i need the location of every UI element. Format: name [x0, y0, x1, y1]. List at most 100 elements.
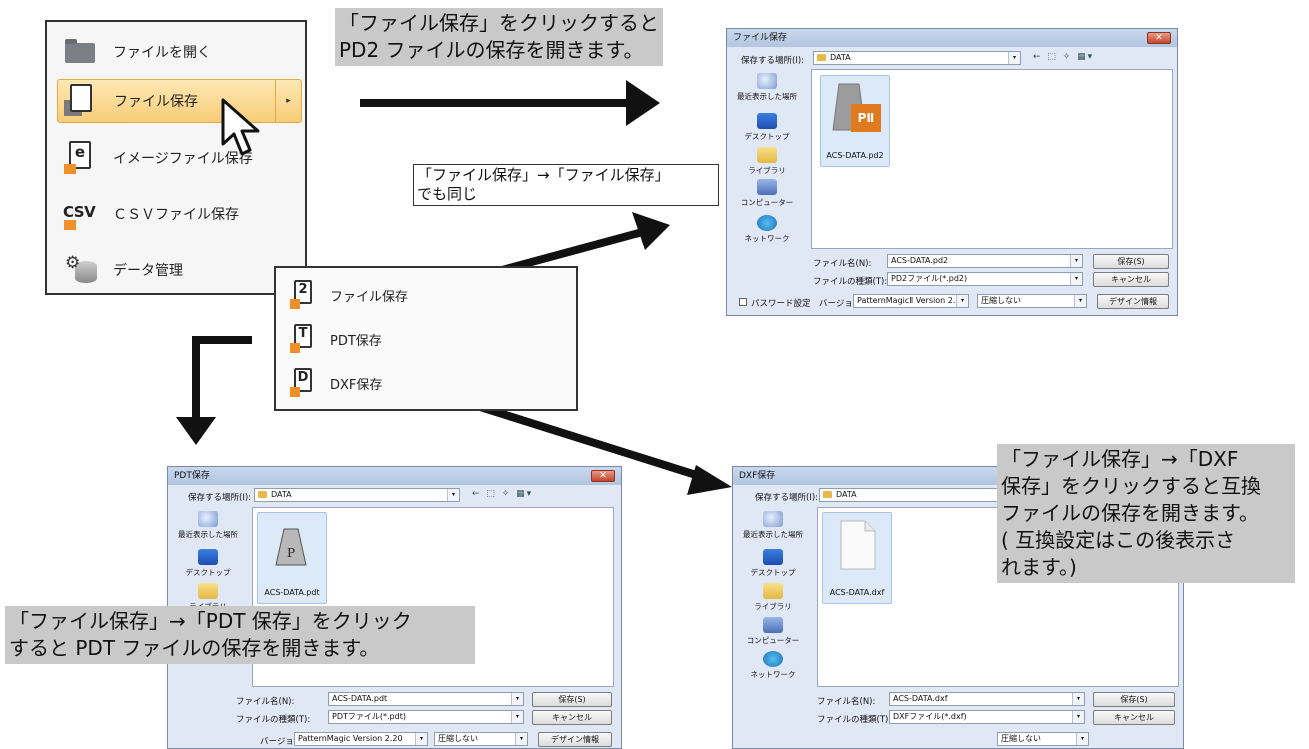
- file-item[interactable]: ACS-DATA.dxf: [822, 512, 892, 604]
- location-select[interactable]: DATA ▾: [813, 51, 1021, 65]
- toolbar-icons[interactable]: ← ⬚ ✧ ▦▾: [1033, 52, 1094, 62]
- chevron-down-icon: ▾: [1072, 693, 1084, 705]
- folder-icon: [258, 491, 267, 498]
- menu-item-save-csv[interactable]: CSV ＣＳＶファイル保存: [57, 192, 302, 236]
- chevron-down-icon: ▾: [1070, 255, 1082, 267]
- place-desktop[interactable]: デスクトップ: [737, 549, 809, 578]
- callout-line: PD2 ファイルの保存を開きます。: [339, 38, 644, 62]
- save-button[interactable]: 保存(S): [1093, 692, 1175, 707]
- compress-select[interactable]: 圧縮しない ▾: [434, 732, 528, 746]
- save-file-icon: [64, 84, 100, 118]
- menu-item-label: ＣＳＶファイル保存: [113, 207, 239, 223]
- place-computer[interactable]: コンピューター: [731, 179, 803, 208]
- toolbar-icons[interactable]: ← ⬚ ✧ ▦▾: [472, 489, 533, 499]
- chevron-down-icon: ▾: [515, 733, 527, 745]
- dialog-title: PDT保存: [168, 467, 621, 485]
- place-label: ライブラリ: [754, 602, 792, 611]
- network-icon: [763, 651, 783, 667]
- password-checkbox[interactable]: [739, 298, 747, 306]
- recent-places-icon: [763, 511, 783, 527]
- desktop-icon: [757, 113, 777, 129]
- filename-label: ファイル名(N):: [236, 697, 295, 707]
- version-select[interactable]: PatternMagic Version 2.20 ▾: [294, 732, 428, 746]
- place-label: デスクトップ: [744, 132, 790, 141]
- save-submenu: 2 ファイル保存 T PDT保存 D DXF保存: [274, 266, 578, 411]
- place-desktop[interactable]: デスクトップ: [172, 549, 244, 578]
- place-network[interactable]: ネットワーク: [737, 651, 809, 680]
- filetype-select[interactable]: PDTファイル(*.pdt) ▾: [328, 710, 524, 724]
- submenu-item-label: ファイル保存: [330, 289, 409, 305]
- place-library[interactable]: ライブラリ: [737, 583, 809, 612]
- place-computer[interactable]: コンピューター: [737, 617, 809, 646]
- chevron-down-icon: ▾: [1076, 733, 1088, 745]
- close-icon[interactable]: ✕: [591, 470, 615, 482]
- place-label: デスクトップ: [750, 568, 796, 577]
- file-list[interactable]: PⅡ ACS-DATA.pd2: [811, 69, 1173, 249]
- location-select[interactable]: DATA ▾: [254, 488, 460, 502]
- place-recent[interactable]: 最近表示した場所: [731, 73, 803, 102]
- arrowhead-right: [626, 80, 660, 126]
- arrowhead-up-right: [632, 212, 670, 250]
- callout-line: 「ファイル保存」→「DXF: [1001, 447, 1239, 471]
- submenu-item-save-pd2[interactable]: 2 ファイル保存: [290, 278, 408, 312]
- chevron-down-icon: ▾: [511, 693, 523, 705]
- file-item[interactable]: P ACS-DATA.pdt: [257, 512, 327, 604]
- filename-input[interactable]: ACS-DATA.dxf ▾: [889, 692, 1085, 706]
- submenu-item-save-dxf[interactable]: D DXF保存: [290, 366, 382, 400]
- compress-select[interactable]: 圧縮しない ▾: [997, 732, 1089, 746]
- cancel-button[interactable]: キャンセル: [1093, 272, 1169, 287]
- file-name: ACS-DATA.pdt: [264, 588, 320, 597]
- pdt-file-icon: T: [290, 324, 316, 354]
- save-button[interactable]: 保存(S): [1093, 254, 1169, 269]
- submenu-arrow-icon[interactable]: ▸: [275, 80, 301, 122]
- computer-icon: [757, 179, 777, 195]
- callout-line: 保存」をクリックすると互換: [1001, 474, 1261, 498]
- place-network[interactable]: ネットワーク: [731, 215, 803, 244]
- file-name: ACS-DATA.dxf: [829, 588, 885, 597]
- place-recent[interactable]: 最近表示した場所: [737, 511, 809, 540]
- callout-line: 「ファイル保存」をクリックすると: [339, 11, 659, 35]
- save-button[interactable]: 保存(S): [532, 692, 612, 707]
- filetype-select[interactable]: PD2ファイル(*.pd2) ▾: [887, 272, 1083, 286]
- library-icon: [198, 583, 218, 599]
- filename-label: ファイル名(N):: [813, 259, 872, 269]
- compress-value: 圧縮しない: [1001, 734, 1041, 743]
- filetype-select[interactable]: DXFファイル(*.dxf) ▾: [889, 710, 1085, 724]
- cancel-button[interactable]: キャンセル: [532, 710, 612, 725]
- place-recent[interactable]: 最近表示した場所: [172, 511, 244, 540]
- filetype-label: ファイルの種類(T):: [236, 715, 311, 725]
- callout-line: でも同じ: [417, 185, 478, 203]
- cancel-button[interactable]: キャンセル: [1093, 710, 1175, 725]
- chevron-down-icon: ▾: [1072, 711, 1084, 723]
- recent-places-icon: [198, 511, 218, 527]
- chevron-down-icon: ▾: [447, 489, 459, 501]
- place-label: 最近表示した場所: [178, 530, 238, 539]
- arrow-down-left: [192, 336, 252, 428]
- location-label: 保存する場所(I):: [741, 56, 805, 66]
- place-desktop[interactable]: デスクトップ: [731, 113, 803, 142]
- filename-input[interactable]: ACS-DATA.pd2 ▾: [887, 254, 1083, 268]
- compress-select[interactable]: 圧縮しない ▾: [977, 294, 1087, 308]
- design-info-button[interactable]: デザイン情報: [1097, 294, 1169, 309]
- computer-icon: [763, 617, 783, 633]
- arrowhead-down: [176, 417, 216, 445]
- menu-item-open-file[interactable]: ファイルを開く: [57, 30, 302, 74]
- close-icon[interactable]: ✕: [1147, 32, 1171, 44]
- library-icon: [757, 147, 777, 163]
- filetype-value: PD2ファイル(*.pd2): [891, 274, 968, 283]
- folder-icon: [823, 491, 832, 498]
- version-select[interactable]: PatternMagicⅡ Version 2.00 ▾: [853, 294, 969, 308]
- place-label: コンピューター: [740, 198, 794, 207]
- submenu-item-save-pdt[interactable]: T PDT保存: [290, 322, 382, 356]
- filename-label: ファイル名(N):: [817, 697, 876, 707]
- design-info-button[interactable]: デザイン情報: [538, 732, 612, 747]
- file-item[interactable]: PⅡ ACS-DATA.pd2: [820, 75, 890, 167]
- menu-item-data-management[interactable]: ⚙ データ管理: [57, 248, 302, 292]
- location-select[interactable]: DATA ▾: [819, 488, 1025, 502]
- recent-places-icon: [757, 73, 777, 89]
- callout-line: ファイルの保存を開きます。: [1001, 501, 1259, 525]
- filename-input[interactable]: ACS-DATA.pdt ▾: [328, 692, 524, 706]
- version-value: PatternMagic Version 2.20: [298, 734, 403, 743]
- callout-dxf: 「ファイル保存」→「DXF 保存」をクリックすると互換 ファイルの保存を開きます…: [997, 444, 1295, 583]
- place-library[interactable]: ライブラリ: [731, 147, 803, 176]
